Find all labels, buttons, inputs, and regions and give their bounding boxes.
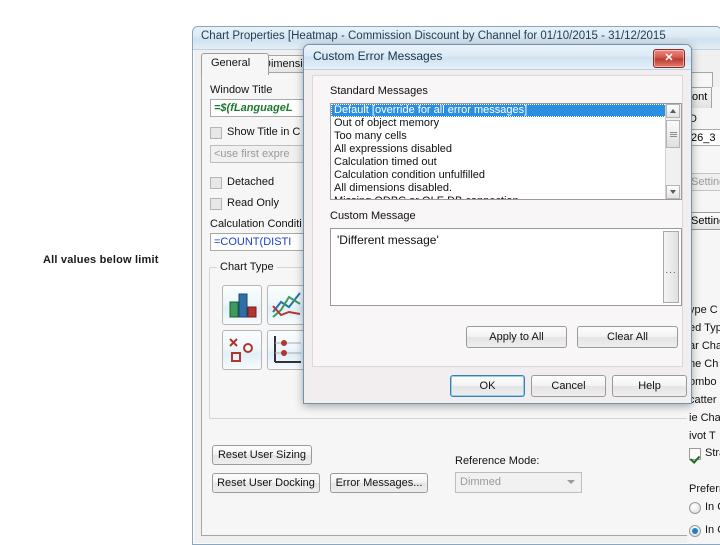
reference-mode-combo[interactable]: Dimmed	[455, 472, 582, 493]
dialog-title: Custom Error Messages	[313, 49, 443, 63]
chart-type-bar-icon[interactable]	[222, 285, 262, 325]
preferred-icon-label: Preferred Ic	[689, 483, 720, 495]
reset-user-docking-button[interactable]: Reset User Docking	[212, 473, 320, 493]
ellipsis-label: ...	[665, 265, 677, 276]
list-item[interactable]: Default [override for all error messages…	[331, 104, 681, 117]
right-list-item-4[interactable]: ombo	[689, 376, 717, 388]
right-list-item-6[interactable]: ie Cha	[689, 412, 720, 424]
standard-messages-label: Standard Messages	[330, 85, 428, 97]
right-list-item-3[interactable]: ne Ch	[689, 358, 718, 370]
bar-chart-icon	[229, 293, 257, 318]
detached-checkbox[interactable]	[210, 177, 222, 189]
read-only-checkbox[interactable]	[210, 198, 222, 210]
custom-message-label: Custom Message	[330, 210, 416, 222]
straight-label: Straigh	[705, 447, 720, 459]
list-item[interactable]: Missing ODBC or OLE DB connection	[331, 195, 681, 199]
chart-type-line-icon[interactable]	[267, 285, 307, 325]
clear-all-button[interactable]: Clear All	[577, 326, 678, 348]
straight-checkbox[interactable]	[689, 448, 701, 460]
list-item[interactable]: Calculation timed out	[331, 156, 681, 169]
list-item[interactable]: Out of object memory	[331, 117, 681, 130]
page-annotation: All values below limit	[43, 254, 159, 266]
error-messages-button[interactable]: Error Messages...	[330, 473, 428, 493]
chart-type-group-title: Chart Type	[217, 261, 277, 273]
custom-message-textarea[interactable]: 'Different message' ...	[330, 228, 682, 306]
scrollbar-thumb[interactable]	[666, 120, 680, 148]
list-item[interactable]: All dimensions disabled.	[331, 182, 681, 195]
radio-in-caption[interactable]	[689, 525, 701, 537]
detached-label: Detached	[227, 176, 275, 188]
scroll-down-icon[interactable]	[666, 185, 680, 199]
read-only-label: Read Only	[227, 197, 279, 209]
apply-to-all-button[interactable]: Apply to All	[466, 326, 567, 348]
window-title-input[interactable]: =$(fLanguageL	[210, 99, 318, 117]
radio-in-chart-label: In Chart	[705, 501, 720, 513]
chevron-down-icon	[567, 480, 575, 484]
right-list-item-1[interactable]: ed Typ	[689, 322, 720, 334]
custom-error-messages-dialog: Custom Error Messages ✕ Standard Message…	[303, 44, 692, 404]
dialog-titlebar[interactable]: Custom Error Messages ✕	[304, 45, 691, 70]
list-item[interactable]: Calculation condition unfulfilled	[331, 169, 681, 182]
right-list-item-7[interactable]: ivot T	[689, 430, 716, 442]
show-title-checkbox[interactable]	[210, 127, 222, 139]
list-item[interactable]: Too many cells	[331, 130, 681, 143]
calculation-condition-input[interactable]: =COUNT(DISTI	[210, 233, 318, 251]
calculation-condition-label: Calculation Conditi	[210, 218, 302, 230]
close-icon[interactable]: ✕	[653, 49, 685, 68]
listbox-scrollbar[interactable]	[665, 104, 681, 199]
scroll-up-icon[interactable]	[666, 104, 680, 118]
window-title-label: Window Title	[210, 84, 273, 96]
radio-in-caption-label: In Captio	[705, 524, 720, 536]
expression-editor-button[interactable]: ...	[663, 231, 679, 303]
right-list-item-5[interactable]: catter	[689, 394, 717, 406]
list-item[interactable]: All expressions disabled	[331, 143, 681, 156]
window-title: Chart Properties [Heatmap - Commission D…	[201, 30, 666, 42]
grid-chart-icon	[274, 336, 301, 363]
line-chart-icon	[272, 292, 301, 318]
scatter-chart-icon	[229, 338, 253, 362]
cancel-button[interactable]: Cancel	[531, 375, 606, 397]
help-button[interactable]: Help	[612, 375, 687, 397]
dialog-body: Standard Messages Default [override for …	[312, 75, 683, 367]
tab-general[interactable]: General	[201, 53, 269, 75]
chart-type-grid-2-icon[interactable]	[267, 330, 307, 370]
reference-mode-label: Reference Mode:	[455, 455, 540, 467]
right-list-item-2[interactable]: ar Cha	[689, 340, 720, 352]
ok-button[interactable]: OK	[450, 375, 525, 397]
reset-user-sizing-button[interactable]: Reset User Sizing	[212, 445, 312, 465]
reference-mode-value: Dimmed	[460, 476, 501, 488]
standard-messages-listbox[interactable]: Default [override for all error messages…	[330, 103, 682, 200]
custom-message-value: 'Different message'	[337, 233, 439, 247]
title-expression-input[interactable]: <use first expre	[210, 145, 318, 163]
show-title-label: Show Title in C	[227, 126, 301, 138]
right-list-item-0[interactable]: ype C	[689, 304, 718, 316]
radio-in-chart[interactable]	[689, 502, 701, 514]
chart-type-scatter-icon[interactable]	[222, 330, 262, 370]
